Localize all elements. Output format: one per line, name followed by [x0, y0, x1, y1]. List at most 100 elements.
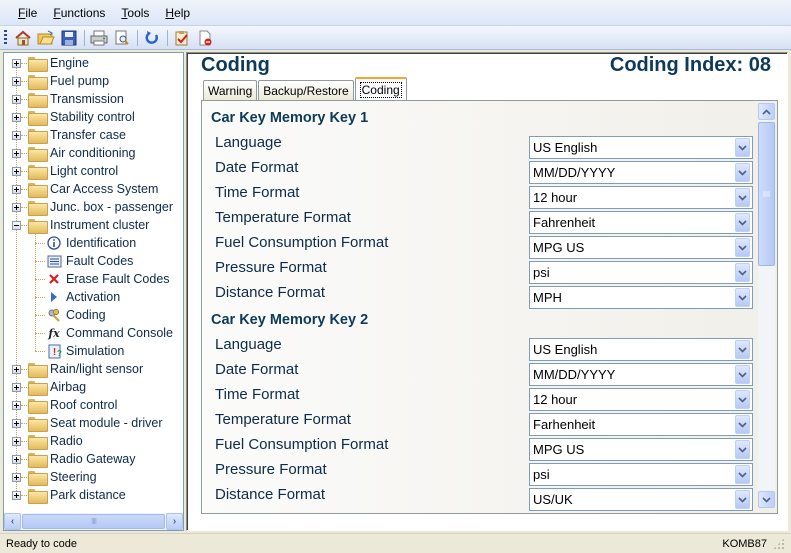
- expand-icon[interactable]: [12, 58, 21, 68]
- tree-item-erase-fault-codes[interactable]: Erase Fault Codes: [35, 270, 170, 288]
- expand-icon[interactable]: [12, 166, 21, 176]
- dropdown-button[interactable]: [735, 188, 750, 207]
- dropdown-button[interactable]: [735, 263, 750, 282]
- toolbar-grip[interactable]: [4, 29, 7, 46]
- refresh-button[interactable]: [141, 28, 163, 48]
- scroll-down-button[interactable]: [758, 491, 775, 508]
- key2-distance-format-select[interactable]: US/UK: [529, 488, 753, 511]
- tree-item-command-console[interactable]: fx Command Console: [35, 324, 173, 342]
- dropdown-button[interactable]: [735, 288, 750, 307]
- key1-pressure-format-select[interactable]: psi: [529, 261, 753, 284]
- key1-fuel-consumption-format-select[interactable]: MPG US: [529, 236, 753, 259]
- dropdown-button[interactable]: [735, 415, 750, 434]
- dropdown-button[interactable]: [735, 138, 750, 157]
- tree-item-transfer-case[interactable]: Transfer case: [12, 126, 126, 144]
- dropdown-button[interactable]: [735, 440, 750, 459]
- hscroll-thumb[interactable]: IIII: [22, 514, 165, 529]
- tree-connector: [21, 206, 27, 208]
- expand-icon[interactable]: [12, 454, 21, 464]
- tree-item-airbag[interactable]: Airbag: [12, 378, 86, 396]
- checklist-button[interactable]: [171, 28, 193, 48]
- tree-item-radio[interactable]: Radio: [12, 432, 83, 450]
- chevron-down-icon: [738, 471, 747, 478]
- dropdown-button[interactable]: [735, 238, 750, 257]
- key1-temperature-format-select[interactable]: Fahrenheit: [529, 211, 753, 234]
- home-button[interactable]: [12, 28, 34, 48]
- tree-item-car-access-system[interactable]: Car Access System: [12, 180, 158, 198]
- dropdown-button[interactable]: [735, 365, 750, 384]
- menu-help[interactable]: Help: [157, 0, 198, 26]
- tree-item-fault-codes[interactable]: Fault Codes: [35, 252, 133, 270]
- expand-icon[interactable]: [12, 400, 21, 410]
- dropdown-button[interactable]: [735, 390, 750, 409]
- key2-fuel-consumption-format-select[interactable]: MPG US: [529, 438, 753, 461]
- expand-icon[interactable]: [12, 490, 21, 500]
- menu-file[interactable]: File: [10, 0, 45, 26]
- tree-item-instrument-cluster[interactable]: Instrument cluster: [12, 216, 149, 234]
- key1-language-select[interactable]: US English: [529, 136, 753, 159]
- expand-icon[interactable]: [12, 436, 21, 446]
- tree-item-engine[interactable]: Engine: [12, 54, 89, 72]
- tree-item-steering[interactable]: Steering: [12, 468, 97, 486]
- horizontal-scrollbar[interactable]: ‹ IIII ›: [4, 513, 183, 530]
- module-tree[interactable]: Engine Fuel pump Transmission Stability con…: [3, 52, 184, 531]
- tree-item-air-conditioning[interactable]: Air conditioning: [12, 144, 135, 162]
- tree-item-park-distance[interactable]: Park distance: [12, 486, 126, 504]
- tree-item-roof-control[interactable]: Roof control: [12, 396, 117, 414]
- tab-warning[interactable]: Warning: [203, 80, 258, 100]
- scroll-left-button[interactable]: ‹: [4, 513, 21, 530]
- expand-icon[interactable]: [12, 130, 21, 140]
- stop-document-button[interactable]: [194, 28, 216, 48]
- expand-icon[interactable]: [12, 112, 21, 122]
- expand-icon[interactable]: [12, 148, 21, 158]
- scroll-right-button[interactable]: ›: [166, 513, 183, 530]
- tree-item-fuel-pump[interactable]: Fuel pump: [12, 72, 109, 90]
- tree-item-activation[interactable]: Activation: [35, 288, 120, 306]
- key2-pressure-format-select[interactable]: psi: [529, 463, 753, 486]
- print-preview-button[interactable]: [111, 28, 133, 48]
- expand-icon[interactable]: [12, 184, 21, 194]
- expand-icon[interactable]: [12, 76, 21, 86]
- open-button[interactable]: [35, 28, 57, 48]
- dropdown-button[interactable]: [735, 465, 750, 484]
- key1-time-format-select[interactable]: 12 hour: [529, 186, 753, 209]
- tree-item-simulation[interactable]: !? Simulation: [35, 342, 124, 360]
- select-value: US English: [533, 342, 598, 357]
- key2-temperature-format-select[interactable]: Farhenheit: [529, 413, 753, 436]
- menu-tools[interactable]: Tools: [113, 0, 157, 26]
- key1-distance-format-select[interactable]: MPH: [529, 286, 753, 309]
- dropdown-button[interactable]: [735, 213, 750, 232]
- tab-backup-restore[interactable]: Backup/Restore: [258, 80, 354, 100]
- expand-icon[interactable]: [12, 364, 21, 374]
- tab-coding[interactable]: Coding: [354, 77, 407, 100]
- tree-item-seat-module-driver[interactable]: Seat module - driver: [12, 414, 163, 432]
- tree-item-stability-control[interactable]: Stability control: [12, 108, 135, 126]
- key2-date-format-select[interactable]: MM/DD/YYYY: [529, 363, 753, 386]
- tree-item-radio-gateway[interactable]: Radio Gateway: [12, 450, 135, 468]
- dropdown-button[interactable]: [735, 163, 750, 182]
- tree-item-rain-light-sensor[interactable]: Rain/light sensor: [12, 360, 143, 378]
- save-button[interactable]: [58, 28, 80, 48]
- scroll-thumb[interactable]: [758, 122, 775, 266]
- collapse-icon[interactable]: [12, 220, 21, 230]
- expand-icon[interactable]: [12, 418, 21, 428]
- menu-functions[interactable]: Functions: [45, 0, 113, 26]
- key2-time-format-select[interactable]: 12 hour: [529, 388, 753, 411]
- dropdown-button[interactable]: [735, 340, 750, 359]
- expand-icon[interactable]: [12, 472, 21, 482]
- scroll-up-button[interactable]: [758, 103, 775, 120]
- key1-date-format-select[interactable]: MM/DD/YYYY: [529, 161, 753, 184]
- resize-grip[interactable]: [773, 537, 785, 550]
- expand-icon[interactable]: [12, 202, 21, 212]
- tree-item-light-control[interactable]: Light control: [12, 162, 118, 180]
- tree-item-junc-box-passenger[interactable]: Junc. box - passenger: [12, 198, 173, 216]
- tree-item-identification[interactable]: Identification: [35, 234, 136, 252]
- expand-icon[interactable]: [12, 94, 21, 104]
- key2-language-select[interactable]: US English: [529, 338, 753, 361]
- dropdown-button[interactable]: [735, 490, 750, 509]
- tree-item-transmission[interactable]: Transmission: [12, 90, 124, 108]
- expand-icon[interactable]: [12, 382, 21, 392]
- tree-item-coding[interactable]: Coding: [35, 306, 106, 324]
- vertical-scrollbar[interactable]: [758, 103, 775, 508]
- print-button[interactable]: [88, 28, 110, 48]
